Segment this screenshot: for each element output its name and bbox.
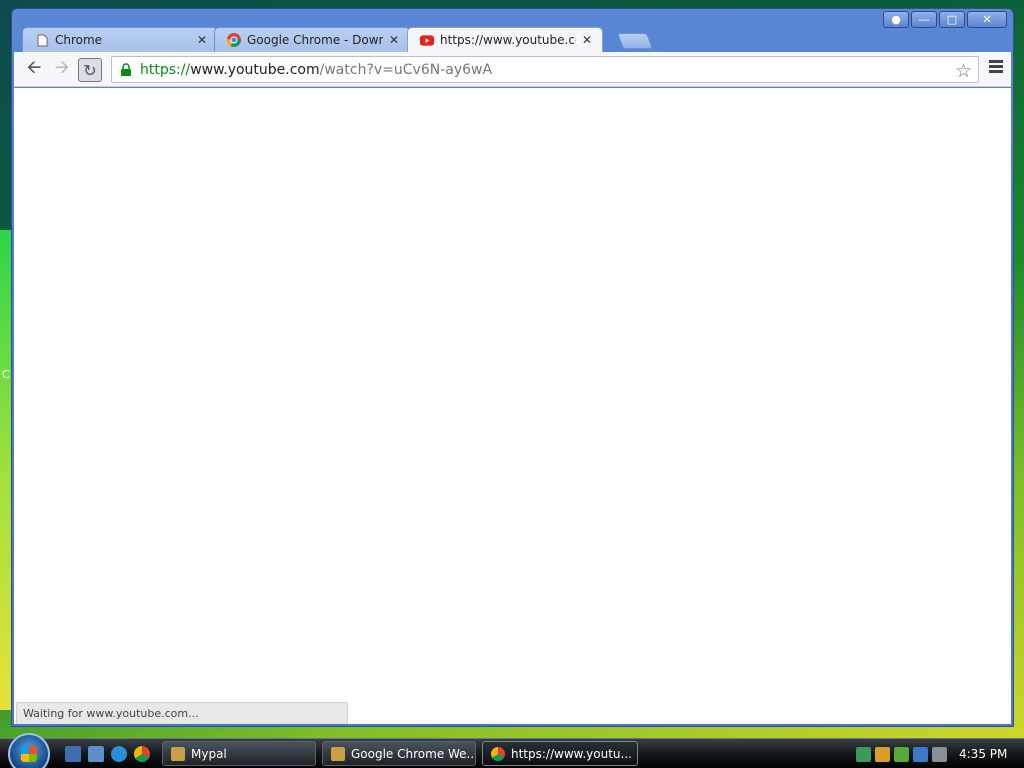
taskbar-item-label: Google Chrome We...: [351, 746, 476, 761]
chrome-logo-icon: [227, 33, 241, 47]
system-tray: 4:35 PM: [852, 739, 1024, 768]
switch-windows-icon[interactable]: [88, 746, 104, 762]
maximize-button[interactable]: □: [939, 11, 965, 28]
url-path: /watch?v=uCv6N-ay6wA: [319, 61, 493, 78]
reload-button[interactable]: ↻: [78, 58, 102, 82]
security-shield-icon[interactable]: [875, 746, 890, 762]
status-bubble: Waiting for www.youtube.com...: [16, 702, 348, 724]
youtube-icon: [420, 33, 434, 47]
url-host: www.youtube.com: [190, 61, 320, 78]
internet-explorer-icon[interactable]: [111, 746, 127, 762]
url-scheme: https://: [140, 61, 191, 78]
taskbar-item-youtube[interactable]: https://www.youtu...: [482, 741, 638, 766]
update-check-icon[interactable]: [894, 746, 909, 762]
chrome-logo-icon: [491, 746, 505, 761]
show-desktop-icon[interactable]: [65, 746, 81, 762]
tab-title: https://www.youtube.con: [440, 33, 576, 47]
tab-chrome[interactable]: Chrome ✕: [22, 27, 218, 52]
mypal-icon: [331, 746, 345, 761]
forward-button[interactable]: 🡪: [50, 57, 74, 82]
address-bar[interactable]: https://www.youtube.com/watch?v=uCv6N-ay…: [111, 56, 979, 83]
taskbar: Mypal Google Chrome We... https://www.yo…: [0, 733, 1024, 768]
start-button[interactable]: [8, 733, 50, 768]
lock-icon: [121, 63, 131, 76]
desktop-fragment: C: [2, 368, 10, 381]
tab-chrome-download[interactable]: Google Chrome - Downlo ✕: [214, 27, 410, 52]
tab-title: Chrome: [55, 33, 103, 47]
mypal-icon: [171, 746, 185, 761]
new-tab-button[interactable]: [617, 33, 653, 49]
taskbar-item-mypal[interactable]: Mypal: [162, 741, 316, 766]
back-button[interactable]: 🡨: [22, 57, 46, 82]
profile-icon[interactable]: ●: [883, 11, 909, 28]
taskbar-item-label: Mypal: [191, 746, 227, 761]
taskbar-item-chrome-web[interactable]: Google Chrome We...: [322, 741, 476, 766]
close-window-button[interactable]: ✕: [967, 11, 1007, 28]
tab-youtube[interactable]: https://www.youtube.con ✕: [407, 27, 603, 52]
clock[interactable]: 4:35 PM: [959, 747, 1007, 761]
volume-muted-icon[interactable]: [932, 746, 947, 762]
tab-strip: Chrome ✕ Google Chrome - Downlo ✕ https:…: [22, 27, 1012, 52]
network-sync-icon[interactable]: [856, 746, 871, 762]
network-icon[interactable]: [913, 746, 928, 762]
page-content: Waiting for www.youtube.com...: [14, 88, 1011, 724]
tab-title: Google Chrome - Downlo: [247, 33, 383, 47]
chrome-logo-icon[interactable]: [134, 746, 150, 762]
tab-close-icon[interactable]: ✕: [580, 33, 594, 47]
chrome-window: ● — □ ✕ Chrome ✕ Google Chrome - Downlo …: [11, 8, 1014, 727]
window-caption-buttons: ● — □ ✕: [883, 11, 1007, 28]
tab-close-icon[interactable]: ✕: [195, 33, 209, 47]
bookmark-star-icon[interactable]: ☆: [955, 60, 972, 82]
taskbar-item-label: https://www.youtu...: [511, 746, 632, 761]
chrome-menu-button[interactable]: [989, 60, 1003, 75]
minimize-button[interactable]: —: [911, 11, 937, 28]
tab-close-icon[interactable]: ✕: [387, 33, 401, 47]
page-icon: [35, 33, 49, 47]
browser-toolbar: 🡨 🡪 ↻ https://www.youtube.com/watch?v=uC…: [14, 52, 1011, 87]
